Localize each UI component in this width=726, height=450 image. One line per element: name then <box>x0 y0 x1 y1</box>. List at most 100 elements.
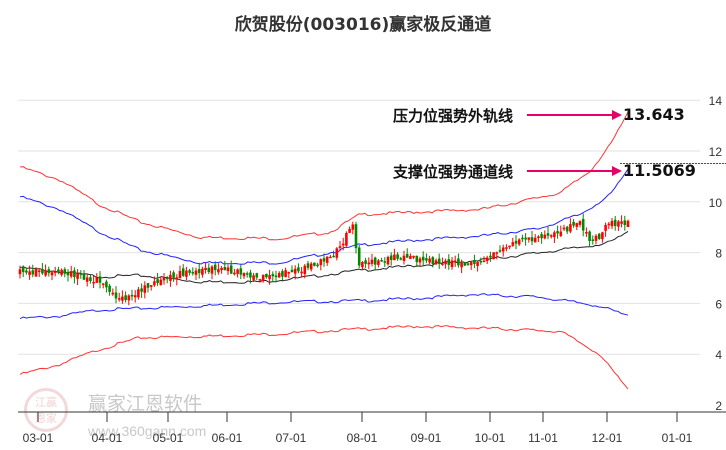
y-tick-label: 2 <box>715 399 722 413</box>
candle-body <box>613 219 617 227</box>
candle-body <box>473 259 476 265</box>
candle-body <box>252 275 255 280</box>
candle-body <box>261 274 265 281</box>
candle-body <box>620 221 623 224</box>
x-tick-label: 01-01 <box>662 431 693 445</box>
support-label: 支撑位强势通道线 <box>393 163 514 181</box>
candle-body <box>575 223 579 227</box>
candle-body <box>290 269 294 273</box>
candle-body <box>556 231 559 234</box>
candle-body <box>114 292 118 299</box>
candle-body <box>418 258 422 263</box>
support-arrow-head <box>612 166 622 176</box>
candle-body <box>332 255 335 258</box>
candle-body <box>450 260 454 268</box>
candle-body <box>233 272 236 275</box>
candle-body <box>501 247 505 252</box>
candle-body <box>197 269 201 274</box>
candle-body <box>425 258 428 261</box>
resistance-arrow-head <box>612 110 622 120</box>
candle-body <box>601 232 604 240</box>
candle-body <box>101 283 105 285</box>
candle-body <box>393 254 396 261</box>
candle-body <box>364 260 367 264</box>
candle-body <box>338 246 342 248</box>
chart-plot: 2 4 6 8 10 12 14 03-01 04-01 05-01 06-01 07-01 08-01… <box>18 94 726 445</box>
candle-body <box>53 271 57 273</box>
candle-body <box>588 231 591 242</box>
candle-body <box>373 257 377 265</box>
candle-body <box>396 254 399 259</box>
candle-body <box>351 224 355 230</box>
resistance-label: 压力位强势外轨线 <box>393 107 514 125</box>
candle-body <box>306 263 310 268</box>
candle-body <box>463 262 467 266</box>
candle-body <box>370 259 374 264</box>
candle-body <box>217 269 220 273</box>
candle-body <box>229 265 233 274</box>
candle-body <box>476 262 479 267</box>
candle-body <box>527 237 531 240</box>
candle-body <box>175 277 179 280</box>
candle-body <box>220 267 223 271</box>
candle-body <box>130 294 134 297</box>
y-tick-label: 10 <box>709 196 723 210</box>
candle-body <box>460 262 463 268</box>
candle-body <box>82 274 86 280</box>
candle-body <box>98 276 102 283</box>
candle-body <box>508 245 511 248</box>
candle-body <box>591 239 595 241</box>
candle-body <box>617 221 620 227</box>
candle-body <box>268 275 271 280</box>
candle-body <box>530 237 534 242</box>
candle-body <box>41 269 44 274</box>
lower-outer-band <box>19 325 629 390</box>
candle-body <box>415 255 419 263</box>
y-tick-label: 6 <box>715 297 722 311</box>
candle-body <box>521 237 524 240</box>
candle-body <box>108 285 111 292</box>
candle-body <box>543 234 547 239</box>
candle-body <box>76 273 79 279</box>
x-tick-label: 09-01 <box>411 431 442 445</box>
x-tick-label: 11-01 <box>528 431 558 445</box>
candle-body <box>79 273 83 275</box>
candle-body <box>383 261 387 263</box>
candle-body <box>28 271 31 275</box>
candle-body <box>437 258 441 264</box>
candle-body <box>274 275 278 278</box>
x-tick-label: 03-01 <box>23 431 54 445</box>
candle-body <box>50 272 54 276</box>
candle-body <box>178 270 182 279</box>
candle-body <box>469 262 473 266</box>
candle-body <box>386 256 390 265</box>
candle-body <box>242 272 246 277</box>
candle-body <box>111 292 115 295</box>
candle-body <box>313 262 316 266</box>
candle-body <box>361 262 364 268</box>
candle-body <box>453 260 457 263</box>
candle-body <box>559 231 563 236</box>
y-tick-label: 12 <box>709 145 723 159</box>
candle-body <box>207 267 211 272</box>
candle-body <box>265 273 268 278</box>
candle-body <box>258 279 262 281</box>
candle-body <box>549 235 553 237</box>
resistance-value: 13.643 <box>623 105 685 124</box>
candle-body <box>309 263 313 270</box>
candle-body <box>271 274 275 277</box>
candle-body <box>226 267 230 272</box>
candle-body <box>325 256 329 263</box>
candle-body <box>533 237 537 243</box>
candle-body <box>444 260 447 265</box>
candle-body <box>434 260 438 265</box>
candle-body <box>505 247 508 249</box>
candle-body <box>239 268 243 275</box>
candle-body <box>169 274 172 281</box>
candle-body <box>562 227 566 230</box>
candle-body <box>380 260 383 262</box>
lower-mid-band <box>19 293 629 320</box>
candle-body <box>335 248 339 258</box>
candle-body <box>297 267 300 272</box>
candle-body <box>18 269 22 275</box>
